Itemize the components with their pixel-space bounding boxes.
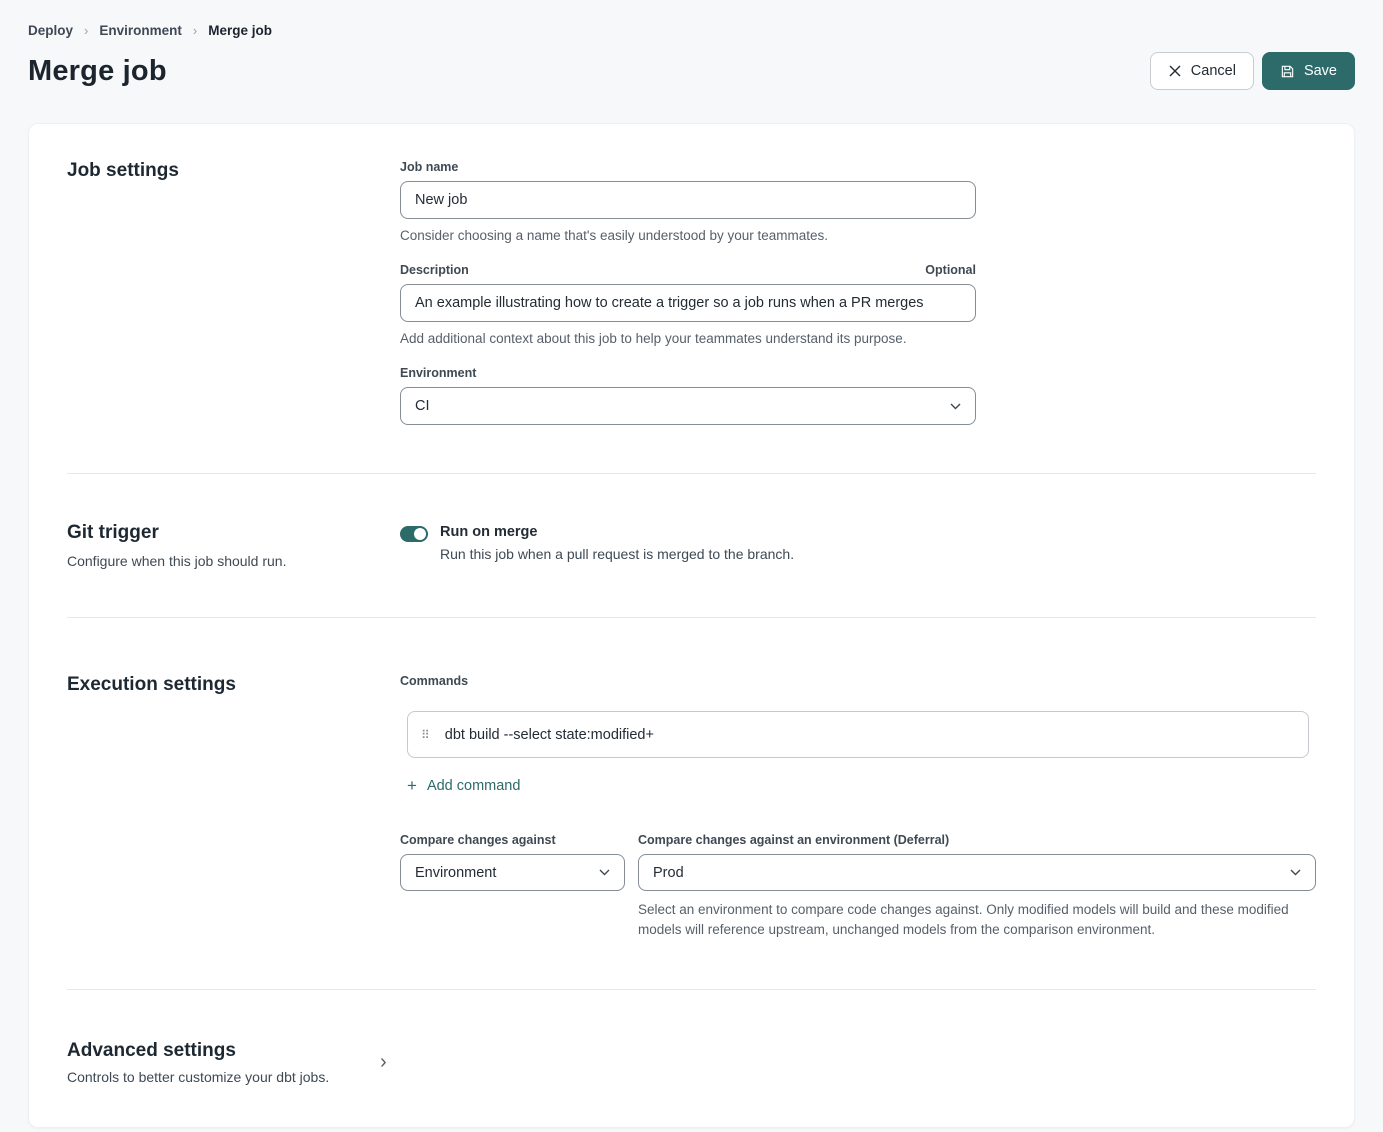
settings-card: Job settings Job name Consider choosing … [28, 123, 1355, 1128]
chevron-down-icon [950, 403, 961, 410]
chevron-down-icon [599, 869, 610, 876]
execution-settings-heading: Execution settings [67, 674, 400, 696]
environment-select-value: CI [415, 398, 430, 414]
environment-label: Environment [400, 366, 476, 380]
plus-icon: + [407, 777, 417, 794]
save-button[interactable]: Save [1262, 52, 1355, 90]
section-advanced-settings[interactable]: Advanced settings Controls to better cus… [67, 989, 1316, 1127]
command-row: ⠿ dbt build --select state:modified+ [407, 711, 1309, 758]
job-settings-fields: Job name Consider choosing a name that's… [400, 160, 1316, 425]
git-trigger-heading-col: Git trigger Configure when this job shou… [67, 522, 400, 569]
compare-against-value: Environment [415, 865, 496, 881]
toggle-knob [414, 528, 426, 540]
advanced-settings-subtitle: Controls to better customize your dbt jo… [67, 1069, 380, 1085]
job-name-helper: Consider choosing a name that's easily u… [400, 228, 1316, 243]
save-button-label: Save [1304, 63, 1337, 79]
compare-against-label: Compare changes against [400, 833, 556, 847]
description-label: Description [400, 263, 469, 277]
chevron-right-icon[interactable]: › [380, 1052, 1316, 1072]
description-input[interactable] [400, 284, 976, 322]
compare-against-select[interactable]: Environment [400, 854, 625, 891]
run-on-merge-row: Run on merge Run this job when a pull re… [400, 522, 1316, 562]
environment-field-group: Environment CI [400, 366, 1316, 425]
description-optional-tag: Optional [925, 263, 976, 277]
deferral-helper: Select an environment to compare code ch… [638, 900, 1293, 941]
drag-handle-icon[interactable]: ⠿ [421, 729, 429, 741]
command-text[interactable]: dbt build --select state:modified+ [445, 727, 654, 743]
close-icon [1168, 64, 1182, 78]
section-git-trigger: Git trigger Configure when this job shou… [67, 473, 1316, 617]
job-settings-heading: Job settings [67, 160, 400, 182]
add-command-button[interactable]: + Add command [400, 777, 520, 794]
advanced-settings-text: Advanced settings Controls to better cus… [67, 1040, 380, 1085]
job-name-field-group: Job name Consider choosing a name that's… [400, 160, 1316, 243]
header-actions: Cancel Save [1150, 52, 1355, 90]
breadcrumb-separator-icon: › [193, 23, 197, 38]
commands-label: Commands [400, 674, 1316, 688]
chevron-down-icon [1290, 869, 1301, 876]
run-on-merge-label: Run on merge [440, 524, 794, 540]
page-title: Merge job [28, 55, 167, 88]
execution-settings-heading-col: Execution settings [67, 674, 400, 941]
description-helper: Add additional context about this job to… [400, 331, 1316, 346]
breadcrumb-deploy[interactable]: Deploy [28, 23, 73, 38]
cancel-button-label: Cancel [1191, 63, 1236, 79]
description-field-group: Description Optional Add additional cont… [400, 263, 1316, 346]
git-trigger-fields: Run on merge Run this job when a pull re… [400, 522, 1316, 569]
page-header: Merge job Cancel Save [28, 52, 1355, 90]
add-command-label: Add command [427, 778, 521, 794]
compare-row: Compare changes against Environment Comp… [400, 833, 1316, 941]
save-icon [1280, 64, 1295, 79]
run-on-merge-description: Run this job when a pull request is merg… [440, 546, 794, 562]
page: Deploy › Environment › Merge job Merge j… [0, 0, 1383, 1128]
run-on-merge-text: Run on merge Run this job when a pull re… [440, 524, 794, 562]
deferral-value: Prod [653, 865, 684, 881]
git-trigger-heading: Git trigger [67, 522, 400, 544]
job-name-input[interactable] [400, 181, 976, 219]
breadcrumb-environment[interactable]: Environment [99, 23, 182, 38]
section-job-settings: Job settings Job name Consider choosing … [67, 124, 1316, 473]
advanced-settings-heading: Advanced settings [67, 1040, 380, 1062]
job-name-label: Job name [400, 160, 458, 174]
environment-select[interactable]: CI [400, 387, 976, 425]
deferral-select[interactable]: Prod [638, 854, 1316, 891]
cancel-button[interactable]: Cancel [1150, 52, 1254, 90]
breadcrumb: Deploy › Environment › Merge job [28, 0, 1355, 38]
run-on-merge-toggle[interactable] [400, 526, 428, 542]
job-settings-heading-col: Job settings [67, 160, 400, 425]
compare-against-group: Compare changes against Environment [400, 833, 625, 941]
breadcrumb-separator-icon: › [84, 23, 88, 38]
execution-settings-fields: Commands ⠿ dbt build --select state:modi… [400, 674, 1316, 941]
deferral-label: Compare changes against an environment (… [638, 833, 949, 847]
section-execution-settings: Execution settings Commands ⠿ dbt build … [67, 617, 1316, 989]
git-trigger-subtitle: Configure when this job should run. [67, 553, 400, 569]
breadcrumb-merge-job: Merge job [208, 23, 272, 38]
deferral-group: Compare changes against an environment (… [638, 833, 1316, 941]
